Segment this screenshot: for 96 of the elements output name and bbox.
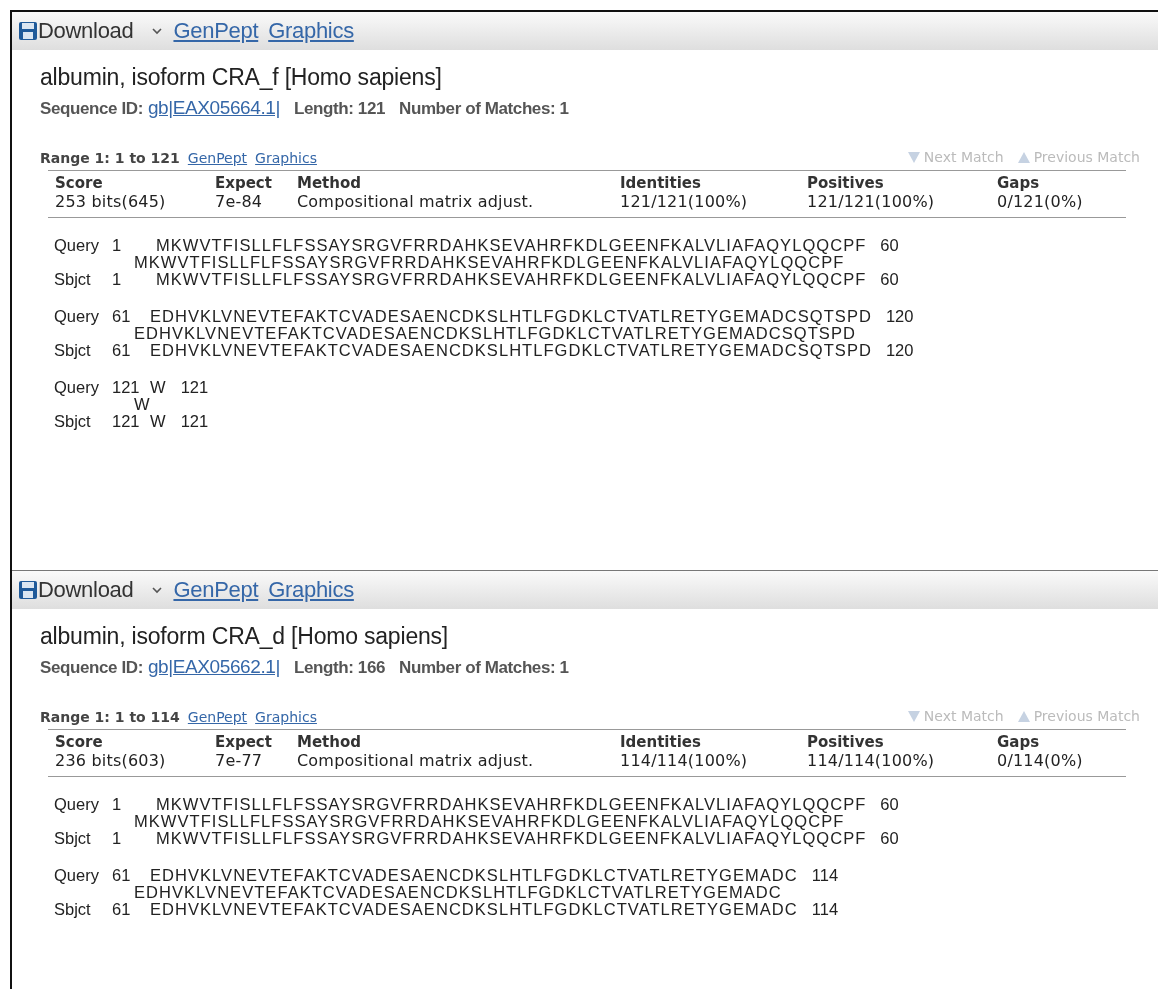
sequence-label: Query xyxy=(54,377,100,397)
position-number: 1 xyxy=(112,794,123,814)
sequence-text: EDHVKLVNEVTEFAKTCVADESAENCDKSLHTLFGDKLCTVATLRETYGEMADC xyxy=(150,899,798,919)
sequence-label: Sbjct xyxy=(54,828,92,848)
table-cell-text: Compositional matrix adjust. xyxy=(296,750,535,770)
column-header: Method xyxy=(296,173,362,192)
position-number: 121 xyxy=(112,377,141,397)
match-line: W xyxy=(133,396,152,412)
table-cell-text: 114/114(100%) xyxy=(619,750,749,770)
range-link[interactable]: Graphics xyxy=(255,149,317,166)
sequence-label: Sbjct xyxy=(54,899,92,919)
down-triangle-icon xyxy=(907,710,920,722)
sequence-label: Sbjct xyxy=(54,340,92,360)
position-number: 114 xyxy=(811,865,839,885)
table-cell-text: 236 bits(603) xyxy=(54,750,167,770)
down-triangle-icon xyxy=(907,151,920,163)
table-cell-text: 121/121(100%) xyxy=(806,191,936,211)
range-link[interactable]: Graphics xyxy=(255,708,317,725)
table-cell-text: Compositional matrix adjust. xyxy=(296,191,535,211)
sequence-text: EDHVKLVNEVTEFAKTCVADESAENCDKSLHTLFGDKLCTVATLRETYGEMADC xyxy=(150,865,798,885)
range-label: Range 1: 1 to 114 xyxy=(40,708,180,725)
table-cell-text: 7e-77 xyxy=(214,750,264,770)
range-label: Range 1: 1 to 121 xyxy=(40,149,180,166)
up-triangle-icon xyxy=(1017,710,1030,722)
match-line: EDHVKLVNEVTEFAKTCVADESAENCDKSLHTLFGDKLCTVATLRETYGEMADC xyxy=(133,884,783,900)
position-number: 120 xyxy=(885,306,914,326)
sequence-text: W xyxy=(150,411,167,431)
length-text: Length: 121 xyxy=(294,99,386,119)
matches-text: Number of Matches: 1 xyxy=(399,658,569,678)
position-number: 121 xyxy=(112,411,141,431)
position-number: 61 xyxy=(112,899,132,919)
save-icon xyxy=(18,580,38,600)
sequence-text: W xyxy=(150,377,167,397)
table-cell-text: 0/121(0%) xyxy=(996,191,1084,211)
column-header: Gaps xyxy=(996,173,1041,192)
sequence-id-label: Sequence ID: xyxy=(40,658,143,678)
sequence-id-link[interactable]: gb|EAX05662.1| xyxy=(147,656,280,678)
position-number: 120 xyxy=(885,340,914,360)
sequence-id-link[interactable]: gb|EAX05664.1| xyxy=(147,97,280,119)
position-number: 1 xyxy=(112,269,123,289)
sequence-text: MKWVTFISLLFLFSSAYSRGVFRRDAHKSEVAHRFKDLGEENFKALVLIAFAQYLQQCPF xyxy=(156,235,867,255)
sequence-label: Sbjct xyxy=(54,269,92,289)
sequence-label: Query xyxy=(54,865,100,885)
sequence-label: Query xyxy=(54,235,100,255)
position-number: 114 xyxy=(811,899,839,919)
matches-text: Number of Matches: 1 xyxy=(399,99,569,119)
toolbar-link[interactable]: Graphics xyxy=(268,18,354,44)
toolbar-link[interactable]: GenPept xyxy=(173,18,259,44)
up-triangle-icon xyxy=(1017,151,1030,163)
column-header: Gaps xyxy=(996,732,1041,751)
sequence-label: Query xyxy=(54,794,100,814)
table-cell-text: 7e-84 xyxy=(214,191,264,211)
position-number: 61 xyxy=(112,306,132,326)
position-number: 60 xyxy=(880,794,899,814)
length-text: Length: 166 xyxy=(294,658,386,678)
position-number: 1 xyxy=(112,828,123,848)
table-cell-text: 0/114(0%) xyxy=(996,750,1084,770)
position-number: 61 xyxy=(112,865,132,885)
column-header: Method xyxy=(296,732,362,751)
position-number: 121 xyxy=(180,377,209,397)
toolbar-link[interactable]: GenPept xyxy=(173,577,259,603)
match-line: MKWVTFISLLFLFSSAYSRGVFRRDAHKSEVAHRFKDLGEENFKALVLIAFAQYLQQCPF xyxy=(133,254,845,270)
sequence-text: EDHVKLVNEVTEFAKTCVADESAENCDKSLHTLFGDKLCTVATLRETYGEMADCSQTSPD xyxy=(150,306,872,326)
position-number: 60 xyxy=(880,235,899,255)
hit-title: albumin, isoform CRA_f [Homo sapiens] xyxy=(40,64,443,91)
download-button[interactable]: Download xyxy=(38,18,134,44)
caret-icon[interactable] xyxy=(151,586,164,594)
table-cell-text: 121/121(100%) xyxy=(619,191,749,211)
match-line: EDHVKLVNEVTEFAKTCVADESAENCDKSLHTLFGDKLCTVATLRETYGEMADCSQTSPD xyxy=(133,325,856,341)
column-header: Positives xyxy=(806,732,885,751)
column-header: Expect xyxy=(214,732,273,751)
position-number: 121 xyxy=(180,411,209,431)
sequence-label: Sbjct xyxy=(54,411,92,431)
table-cell-text: 253 bits(645) xyxy=(54,191,167,211)
range-link[interactable]: GenPept xyxy=(187,149,248,166)
column-header: Identities xyxy=(619,173,702,192)
column-header: Score xyxy=(54,732,104,751)
save-icon xyxy=(18,21,38,41)
download-button[interactable]: Download xyxy=(38,577,134,603)
hit-title: albumin, isoform CRA_d [Homo sapiens] xyxy=(40,623,450,650)
column-header: Score xyxy=(54,173,104,192)
sequence-label: Query xyxy=(54,306,100,326)
table-cell-text: 114/114(100%) xyxy=(806,750,936,770)
position-number: 1 xyxy=(112,235,123,255)
match-line: MKWVTFISLLFLFSSAYSRGVFRRDAHKSEVAHRFKDLGEENFKALVLIAFAQYLQQCPF xyxy=(133,813,845,829)
position-number: 61 xyxy=(112,340,132,360)
column-header: Identities xyxy=(619,732,702,751)
position-number: 60 xyxy=(880,828,899,848)
position-number: 60 xyxy=(880,269,899,289)
range-link[interactable]: GenPept xyxy=(187,708,248,725)
toolbar-link[interactable]: Graphics xyxy=(268,577,354,603)
caret-icon[interactable] xyxy=(151,27,164,35)
column-header: Positives xyxy=(806,173,885,192)
column-header: Expect xyxy=(214,173,273,192)
sequence-id-label: Sequence ID: xyxy=(40,99,143,119)
sequence-text: MKWVTFISLLFLFSSAYSRGVFRRDAHKSEVAHRFKDLGEENFKALVLIAFAQYLQQCPF xyxy=(156,794,867,814)
